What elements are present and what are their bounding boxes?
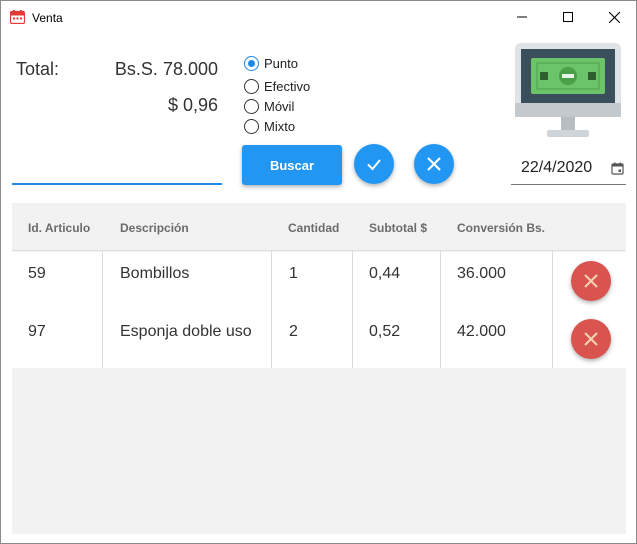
delete-x-icon [584,274,598,288]
cell-cantidad: 1 [289,265,298,282]
column-header-cantidad[interactable]: Cantidad [288,221,339,235]
search-button[interactable]: Buscar [242,145,342,185]
x-icon [427,157,441,171]
cell-conversion: 42.000 [457,323,506,340]
radio-label: Punto [264,56,298,71]
close-window-button[interactable] [591,1,637,33]
cell-id: 97 [28,323,46,340]
column-divider [352,251,353,368]
column-divider [102,251,103,368]
column-header-id[interactable]: Id. Articulo [28,221,90,235]
radio-label: Móvil [264,99,295,114]
cell-descripcion: Bombillos [120,265,190,282]
close-icon [608,11,620,23]
delete-x-icon [584,332,598,346]
radio-circle [244,79,259,94]
window-title: Venta [32,11,63,25]
date-picker[interactable]: 22/4/2020 [511,151,626,185]
cell-descripcion: Esponja doble uso [120,323,252,340]
confirm-button[interactable] [354,144,394,184]
column-divider [552,251,553,368]
date-value: 22/4/2020 [521,158,593,176]
calendar-app-icon [10,10,25,24]
sales-table: Id. Articulo Descripción Cantidad Subtot… [12,203,626,534]
cell-subtotal: 0,52 [369,323,401,340]
radio-punto[interactable]: Punto [244,56,298,71]
radio-circle [244,56,259,71]
cell-conversion: 36.000 [457,265,506,282]
cancel-button[interactable] [414,144,454,184]
cell-id: 59 [28,265,46,282]
title-bar: Venta [1,1,636,33]
venta-window: Venta Total: Bs.S. 78.000 $ 0,96 Punto E… [0,0,637,544]
radio-mixto[interactable]: Mixto [244,119,295,134]
cell-subtotal: 0,44 [369,265,401,282]
total-bolivares: Bs.S. 78.000 [114,59,218,79]
minimize-button[interactable] [499,1,545,33]
calendar-icon[interactable] [611,162,624,175]
radio-label: Mixto [264,119,296,134]
maximize-button[interactable] [545,1,591,33]
check-icon [367,159,381,171]
radio-efectivo[interactable]: Efectivo [244,79,310,94]
column-header-conversion[interactable]: Conversión Bs. [457,221,545,235]
radio-circle [244,119,259,134]
minimize-icon [517,16,527,18]
table-row[interactable]: 59 Bombillos 1 0,44 36.000 [12,252,626,310]
column-header-subtotal[interactable]: Subtotal $ [369,221,427,235]
delete-row-button[interactable] [571,319,611,359]
column-divider [271,251,272,368]
delete-row-button[interactable] [571,261,611,301]
monitor-cash-icon [515,43,621,137]
cell-cantidad: 2 [289,323,298,340]
total-label: Total: [16,59,60,79]
radio-circle [244,99,259,114]
radio-label: Efectivo [264,79,311,94]
column-divider [440,251,441,368]
column-header-descripcion[interactable]: Descripción [120,221,189,235]
radio-movil[interactable]: Móvil [244,99,294,114]
table-row[interactable]: 97 Esponja doble uso 2 0,52 42.000 [12,310,626,368]
table-header: Id. Articulo Descripción Cantidad Subtot… [12,203,626,251]
maximize-icon [563,12,573,22]
total-dolares: $ 0,96 [167,95,218,115]
search-input[interactable] [12,151,222,185]
